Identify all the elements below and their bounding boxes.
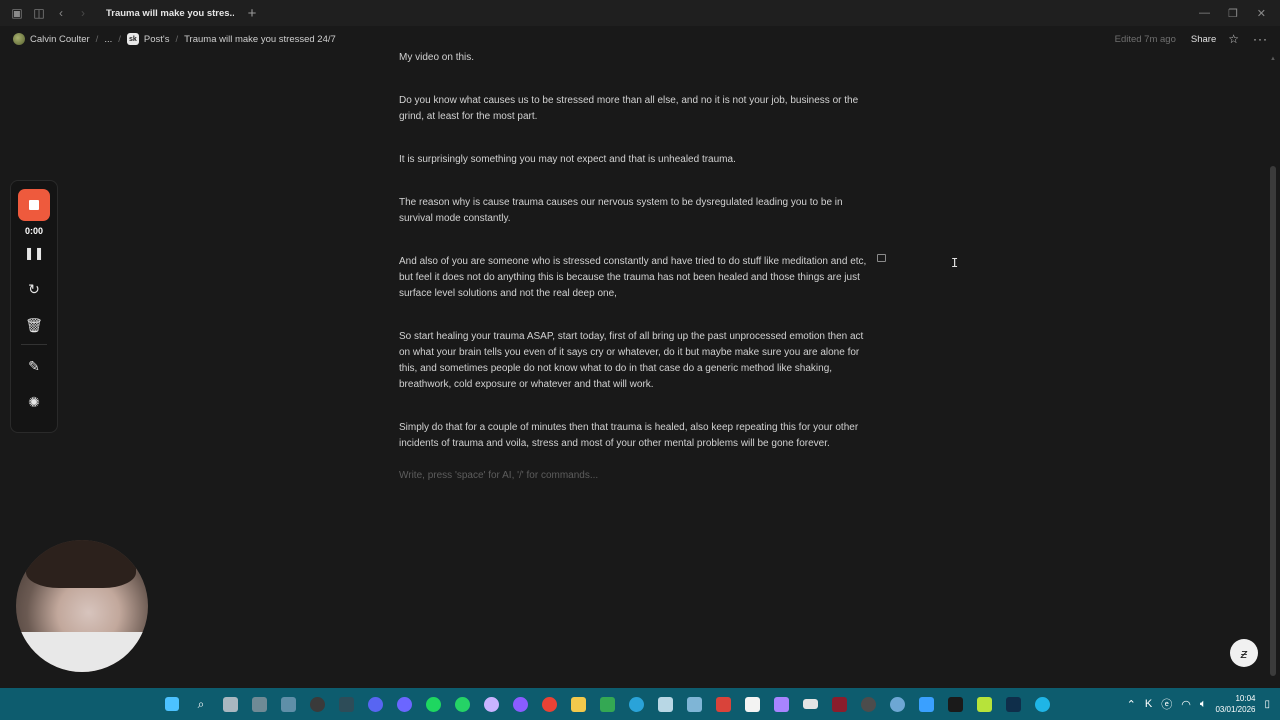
paragraph-4[interactable]: The reason why is cause trauma causes ou… [399,195,869,227]
system-tray: ⌃ K ⓔ ◠ 🔈︎ 10:04 03/01/2026 ▯ [1127,688,1280,720]
file-explorer-icon[interactable] [566,692,590,716]
sidebar-toggle-icon[interactable]: ◫ [28,2,50,24]
tray-app-icon[interactable]: K [1145,698,1152,710]
text-cursor-icon: I [951,256,959,270]
comment-icon[interactable] [877,254,886,262]
app-active-icon[interactable] [914,692,938,716]
search-icon[interactable]: ⌕ [189,692,213,716]
app-green-icon[interactable] [972,692,996,716]
tab-active[interactable]: Trauma will make you stres... [106,0,234,26]
webcam-hair-shape [26,540,136,588]
notifications-icon[interactable]: ▯ [1264,699,1270,710]
app-dark-red-icon[interactable] [827,692,851,716]
new-tab-button[interactable]: + [242,5,262,22]
app-violet-icon[interactable] [769,692,793,716]
draw-pen-icon[interactable]: ✎ [21,353,47,379]
wifi-icon[interactable]: ◠ [1181,698,1191,711]
whatsapp-icon[interactable] [450,692,474,716]
workspace-avatar-icon [13,33,25,45]
breadcrumb-ellipsis[interactable]: ... [104,34,112,45]
scroll-up-arrow-icon[interactable]: ▲ [1270,56,1276,62]
paragraph-1[interactable]: My video on this. [399,50,869,66]
close-window-icon[interactable]: ✕ [1257,0,1266,26]
recording-timer: 0:00 [24,226,43,236]
forward-icon[interactable]: › [72,2,94,24]
photoshop-icon[interactable] [1001,692,1025,716]
page-badge-icon: sk [126,33,139,45]
breadcrumb-separator: / [175,33,179,45]
taskbar-clock[interactable]: 10:04 03/01/2026 [1215,693,1255,715]
workspaces-icon[interactable]: ▣ [6,2,28,24]
chat-app-icon[interactable] [392,692,416,716]
chrome-icon[interactable] [537,692,561,716]
start-windows-icon[interactable] [160,692,184,716]
input-method-icon[interactable]: ⓔ [1161,696,1172,712]
ai-assistant-icon[interactable]: ƶ [1230,639,1258,667]
widgets-icon[interactable] [247,692,271,716]
webcam-bubble[interactable] [16,540,148,672]
favorite-star-icon[interactable]: ☆ [1228,32,1239,46]
tab-title: Trauma will make you stres... [106,7,234,19]
document-body[interactable]: My video on this. Do you know what cause… [399,50,869,484]
browser-title-bar: ▣ ◫ ‹ › Trauma will make you stres... + … [0,0,1280,26]
clock-time: 10:04 [1235,694,1256,703]
empty-block-placeholder[interactable]: Write, press 'space' for AI, '/' for com… [399,468,869,484]
breadcrumb-separator: / [118,33,121,45]
paragraph-5[interactable]: And also of you are someone who is stres… [399,254,869,302]
app-red-icon[interactable] [711,692,735,716]
file-app-icon[interactable] [276,692,300,716]
telegram-icon[interactable] [624,692,648,716]
capcut-icon[interactable] [943,692,967,716]
paragraph-3[interactable]: It is surprisingly something you may not… [399,152,869,168]
stop-recording-button[interactable] [18,189,50,221]
paragraph-6[interactable]: So start healing your trauma ASAP, start… [399,329,869,393]
breadcrumb-workspace-label: Calvin Coulter [30,33,90,45]
volume-icon[interactable]: 🔈︎ [1200,698,1207,711]
obs-icon[interactable] [305,692,329,716]
windows-taskbar: ⌕ ⌃ K ⓔ ◠ 🔈︎ 10:04 03/01/2026 ▯ [0,688,1280,720]
back-icon[interactable]: ‹ [50,2,72,24]
taskbar-apps: ⌕ [160,692,1054,716]
recorder-panel: 0:00 ❚❚ ↻ 🗑︎ ✎ ✺ [10,180,58,433]
pause-icon[interactable]: ❚❚ [21,240,47,266]
header-actions: Edited 7m ago Share ☆ ··· [1115,26,1280,52]
notion-icon[interactable] [740,692,764,716]
google-drive-icon[interactable] [595,692,619,716]
share-button[interactable]: Share [1191,34,1216,45]
tray-overflow-icon[interactable]: ⌃ [1127,698,1136,711]
paragraph-7[interactable]: Simply do that for a couple of minutes t… [399,420,869,452]
task-view-icon[interactable] [218,692,242,716]
scrollbar-thumb[interactable] [1270,166,1276,676]
more-options-icon[interactable]: ··· [1253,32,1268,46]
webcam-shirt-shape [16,632,148,672]
effects-confetti-icon[interactable]: ✺ [21,389,47,415]
app-gear-icon[interactable] [856,692,880,716]
recorder-divider [21,344,47,345]
camera-app-icon[interactable] [798,692,822,716]
browser-app-icon[interactable] [479,692,503,716]
breadcrumb-current[interactable]: Trauma will make you stressed 24/7 [184,34,336,45]
discord-icon[interactable] [363,692,387,716]
app-cloud-icon[interactable] [653,692,677,716]
app-blue-icon[interactable] [682,692,706,716]
clock-date: 03/01/2026 [1215,705,1256,714]
settings-icon[interactable] [885,692,909,716]
stop-icon [29,200,39,210]
minimize-icon[interactable]: — [1199,0,1210,26]
paragraph-2[interactable]: Do you know what causes us to be stresse… [399,93,869,125]
page-header: Calvin Coulter / ... / sk Post's / Traum… [0,26,1280,52]
breadcrumb-parent-label: Post's [143,33,170,45]
restore-icon[interactable]: ❐ [1228,0,1238,26]
terminal-icon[interactable] [334,692,358,716]
canva-icon[interactable] [1030,692,1054,716]
restart-icon[interactable]: ↻ [21,276,47,302]
breadcrumb-parent[interactable]: sk Post's [126,33,170,45]
spotify-icon[interactable] [421,692,445,716]
edited-status: Edited 7m ago [1114,33,1176,45]
breadcrumb-workspace[interactable]: Calvin Coulter [13,33,90,45]
breadcrumb-separator: / [95,33,99,45]
app-purple-icon[interactable] [508,692,532,716]
trash-icon[interactable]: 🗑︎ [21,312,47,338]
